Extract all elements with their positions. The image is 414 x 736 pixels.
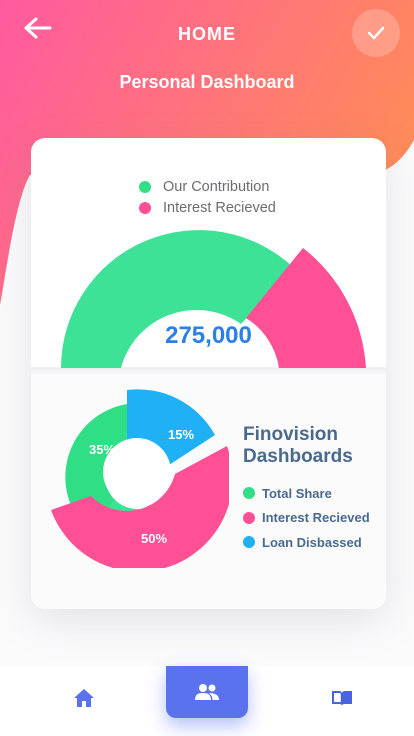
bottom-navigation bbox=[0, 666, 414, 736]
legend-dot-pink bbox=[139, 201, 151, 214]
contribution-total-value: 275,000 bbox=[165, 322, 252, 349]
legend-dot-blue bbox=[243, 536, 255, 549]
legend-dot-pink bbox=[243, 511, 255, 524]
donut-label-total-share: 35% bbox=[89, 442, 116, 457]
legend-item-contribution: Our Contribution bbox=[139, 176, 276, 197]
confirm-button[interactable] bbox=[352, 9, 400, 57]
donut-label-interest: 50% bbox=[141, 531, 168, 546]
finovision-donut-chart: 35% 50% 15% bbox=[49, 388, 233, 572]
legend-item-loan: Loan Disbassed bbox=[243, 530, 370, 555]
legend-item-interest: Interest Recieved bbox=[139, 197, 276, 218]
legend-label: Interest Recieved bbox=[262, 510, 370, 526]
legend-item-total-share: Total Share bbox=[243, 481, 370, 506]
legend-item-interest: Interest Recieved bbox=[243, 506, 370, 531]
card-divider bbox=[31, 367, 386, 375]
nav-home-button[interactable] bbox=[44, 666, 124, 730]
legend-dot-green bbox=[139, 180, 151, 193]
legend-label: Interest Recieved bbox=[163, 199, 276, 216]
legend-label: Our Contribution bbox=[163, 178, 270, 195]
book-icon bbox=[332, 691, 352, 706]
contribution-legend: Our Contribution Interest Recieved bbox=[139, 176, 276, 218]
home-icon bbox=[74, 689, 94, 707]
dashboard-subtitle: Personal Dashboard bbox=[119, 72, 295, 92]
dashboard-card: Our Contribution Interest Recieved 275,0… bbox=[31, 138, 386, 609]
nav-people-button[interactable] bbox=[166, 666, 248, 718]
finovision-title: Finovision Dashboards bbox=[243, 424, 353, 467]
legend-label: Loan Disbassed bbox=[262, 534, 362, 550]
legend-dot-green bbox=[243, 487, 255, 500]
nav-book-button[interactable] bbox=[302, 666, 382, 730]
top-bar: HOME bbox=[0, 0, 414, 70]
finovision-legend: Total Share Interest Recieved Loan Disba… bbox=[243, 481, 370, 555]
check-icon bbox=[367, 26, 385, 40]
donut-label-loan: 15% bbox=[168, 427, 195, 442]
legend-label: Total Share bbox=[262, 485, 332, 501]
people-icon bbox=[195, 684, 219, 700]
